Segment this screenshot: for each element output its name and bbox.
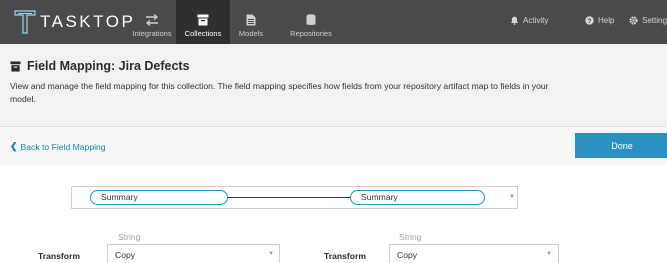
back-to-field-mapping-link[interactable]: ❮ Back to Field Mapping	[10, 141, 106, 152]
transform-label-left: Transform	[38, 251, 81, 261]
page-title: Field Mapping: Jira Defects	[10, 59, 190, 73]
archive-icon	[10, 60, 21, 72]
archive-icon	[197, 14, 209, 26]
svg-text:?: ?	[588, 18, 592, 25]
activity-link[interactable]: Activity	[510, 16, 548, 25]
page-title-text: Field Mapping: Jira Defects	[27, 59, 190, 73]
transform-label-right: Transform	[324, 251, 367, 261]
database-icon	[306, 14, 316, 25]
bell-icon	[511, 16, 518, 25]
nav-models-label: Models	[238, 29, 264, 38]
page-description: View and manage the field mapping for th…	[10, 81, 549, 104]
nav-repositories[interactable]: Repositories	[277, 0, 345, 44]
nav-repositories-label: Repositories	[290, 29, 332, 38]
settings-link[interactable]: Setting	[629, 16, 667, 25]
document-icon	[246, 14, 256, 26]
chevron-down-icon[interactable]: ▼	[509, 194, 515, 200]
settings-label: Setting	[642, 16, 667, 25]
chevron-down-icon[interactable]: ▼	[268, 251, 274, 257]
nav-collections-label: Collections	[184, 29, 222, 38]
help-label: Help	[598, 16, 615, 25]
model-field-pill[interactable]: Summary	[350, 190, 485, 205]
transform-select-right[interactable]: Copy	[389, 244, 559, 263]
gear-icon	[629, 16, 638, 25]
nav-integrations-label: Integrations	[132, 29, 172, 38]
tasktop-logo-mark-icon	[14, 10, 36, 34]
tasktop-logo[interactable]: TASKTOP	[14, 10, 135, 34]
arrows-icon	[145, 14, 159, 26]
nav-integrations[interactable]: Integrations	[124, 0, 180, 44]
repository-field-type: String	[118, 232, 141, 242]
mapping-connector-line	[228, 197, 350, 199]
transform-select-left[interactable]: Copy	[107, 244, 280, 263]
nav-models[interactable]: Models	[231, 0, 271, 44]
help-icon: ?	[585, 16, 594, 25]
chevron-left-icon: ❮	[10, 141, 18, 151]
brand-name: TASKTOP	[40, 12, 136, 31]
back-link-label: Back to Field Mapping	[20, 141, 106, 152]
done-button[interactable]: Done	[575, 133, 667, 158]
nav-collections[interactable]: Collections	[176, 0, 230, 44]
activity-label: Activity	[523, 16, 549, 25]
help-link[interactable]: ? Help	[585, 16, 614, 25]
model-field-type: String	[399, 232, 422, 242]
chevron-down-icon[interactable]: ▼	[546, 251, 552, 257]
repository-field-pill[interactable]: Summary	[90, 190, 228, 205]
top-nav: TASKTOP Integrations Collections Models	[0, 0, 667, 44]
